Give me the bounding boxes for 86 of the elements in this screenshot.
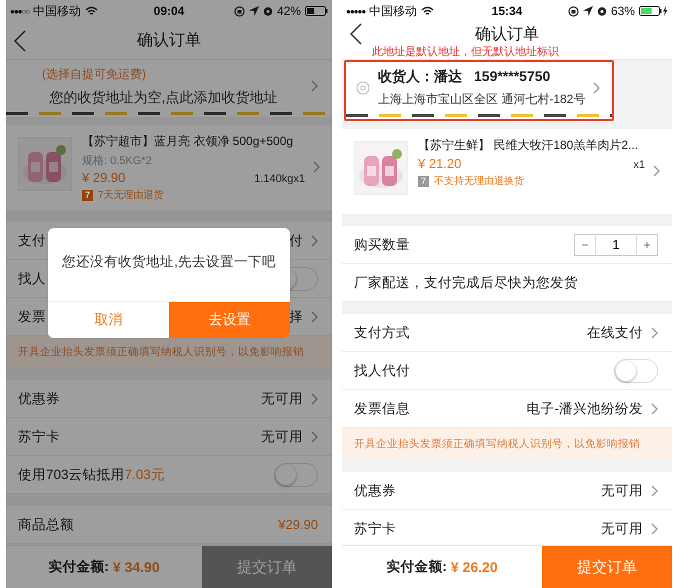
product-quantity: 1.140kgx1 xyxy=(254,173,305,185)
total-label: 实付金额: xyxy=(386,558,447,576)
row-label: 使用703云钻抵用7.03元 xyxy=(18,466,165,484)
row-value[interactable]: 在线支付 xyxy=(587,324,643,342)
chevron-icon xyxy=(311,80,318,92)
battery-percent: 42% xyxy=(276,4,301,18)
chevron-icon xyxy=(311,430,318,442)
rotation-lock-icon xyxy=(234,6,245,16)
row-label: 找人 xyxy=(18,270,46,288)
product-quantity: x1 xyxy=(633,159,645,171)
recipient-name: 收货人：潘达 xyxy=(378,68,462,86)
total-label: 实付金额: xyxy=(48,558,109,576)
return-policy: 7天无理由退货 xyxy=(98,188,164,202)
chevron-icon xyxy=(311,234,318,246)
chevron-icon xyxy=(593,82,600,94)
status-time: 09:04 xyxy=(154,4,184,18)
product-title: 【苏宁生鲜】 民维大牧汗180羔羊肉片2... xyxy=(418,137,640,154)
location-icon xyxy=(356,81,370,95)
battery-percent: 63% xyxy=(610,4,635,18)
chevron-icon xyxy=(311,310,318,322)
policy-badge: 7 xyxy=(82,190,93,200)
back-button[interactable] xyxy=(350,23,362,45)
invoice-notice: 开具企业抬头发票须正确填写纳税人识别号，以免影响报销 xyxy=(342,428,672,460)
row-label: 发票信息 xyxy=(354,400,410,418)
row-label: 优惠券 xyxy=(354,482,396,500)
product-spec: 规格: 0.5KG*2 xyxy=(82,154,153,168)
rotation-lock-icon xyxy=(568,6,579,16)
chevron-icon xyxy=(651,326,658,338)
carrier-name: 中国移动 xyxy=(369,2,418,20)
chevron-icon xyxy=(313,161,320,173)
row-value[interactable]: 付 xyxy=(289,232,303,250)
toggle-switch[interactable] xyxy=(614,358,658,382)
address-card[interactable]: (选择自提可免运费) 您的收货地址为空,点此添加收货地址 xyxy=(6,60,332,117)
toggle-switch[interactable] xyxy=(274,462,318,486)
product-price: ¥ 21.20 xyxy=(418,156,462,171)
phone-number: 159****5750 xyxy=(474,68,550,86)
row-label: 商品总额 xyxy=(18,516,74,534)
product-title: 【苏宁超市】蓝月亮 衣领净 500g+500g xyxy=(82,133,294,150)
row-label: 找人代付 xyxy=(354,362,410,380)
page-title: 确认订单 xyxy=(475,24,539,44)
chevron-icon xyxy=(311,392,318,404)
wifi-icon xyxy=(421,6,434,16)
row-label: 苏宁卡 xyxy=(18,428,60,446)
product-card[interactable]: 【苏宁超市】蓝月亮 衣领净 500g+500g 规格: 0.5KG*2 ¥ 29.90 1.140kgx1 7 7天无理由退货 xyxy=(6,125,332,210)
row-value[interactable]: 无可用 xyxy=(601,520,643,538)
row-label: 苏宁卡 xyxy=(354,520,396,538)
payable-amount: ¥ 26.20 xyxy=(450,559,498,575)
row-value[interactable]: 无可用 xyxy=(261,428,303,446)
return-policy: 不支持无理由退换货 xyxy=(434,174,524,188)
row-label: 优惠券 xyxy=(18,390,60,408)
signal-text: ●●●●● xyxy=(346,6,366,16)
back-button[interactable] xyxy=(14,30,26,52)
row-value[interactable]: 无可用 xyxy=(601,482,643,500)
back-icon xyxy=(350,23,362,45)
location-arrow-icon xyxy=(582,6,593,16)
row-label: 支付方式 xyxy=(354,324,410,342)
address-prompt: 您的收货地址为空,点此添加收货地址 xyxy=(50,88,278,106)
annotation-text: 此地址是默认地址，但无默认地址标识 xyxy=(371,46,560,59)
row-label: 发票 xyxy=(18,308,46,326)
product-price: ¥ 29.90 xyxy=(82,170,126,185)
row-value[interactable]: 无可用 xyxy=(261,390,303,408)
row-value[interactable]: 择 xyxy=(289,308,303,326)
back-icon xyxy=(14,30,26,52)
page-title: 确认订单 xyxy=(137,31,201,51)
chevron-icon xyxy=(651,402,658,414)
product-card[interactable]: 【苏宁生鲜】 民维大牧汗180羔羊肉片2... ¥ 21.20 x1 7 不支持无理由退换货 xyxy=(342,129,672,214)
row-value[interactable]: 电子-潘兴池纷纷发 xyxy=(526,400,643,418)
row-label: 购买数量 xyxy=(354,236,410,254)
carrier-name: 中国移动 xyxy=(33,2,82,20)
chevron-icon xyxy=(651,484,658,496)
address-hint: (选择自提可免运费) xyxy=(42,66,146,82)
payable-amount: ¥ 34.90 xyxy=(112,559,160,575)
chevron-icon xyxy=(653,165,660,177)
wifi-icon xyxy=(85,6,98,16)
row-label: 支付 xyxy=(18,232,46,250)
total-amount: ¥29.90 xyxy=(278,517,318,532)
policy-badge: 7 xyxy=(418,176,429,186)
delivery-note: 厂家配送，支付完成后尽快为您发货 xyxy=(354,274,578,292)
chevron-icon xyxy=(651,522,658,534)
address-detail: 上海上海市宝山区全区 通河七村-182号 xyxy=(378,91,586,108)
status-time: 15:34 xyxy=(492,4,522,18)
location-arrow-icon xyxy=(248,6,259,16)
signal-text: ●●●○○ xyxy=(10,6,30,16)
address-card[interactable]: 收货人：潘达 159****5750 上海上海市宝山区全区 通河七村-182号 xyxy=(344,60,614,121)
invoice-notice: 开具企业抬头发票须正确填写纳税人识别号，以免影响报销 xyxy=(6,336,332,368)
dialog-message: 您还没有收货地址,先去设置一下吧 xyxy=(61,252,277,270)
